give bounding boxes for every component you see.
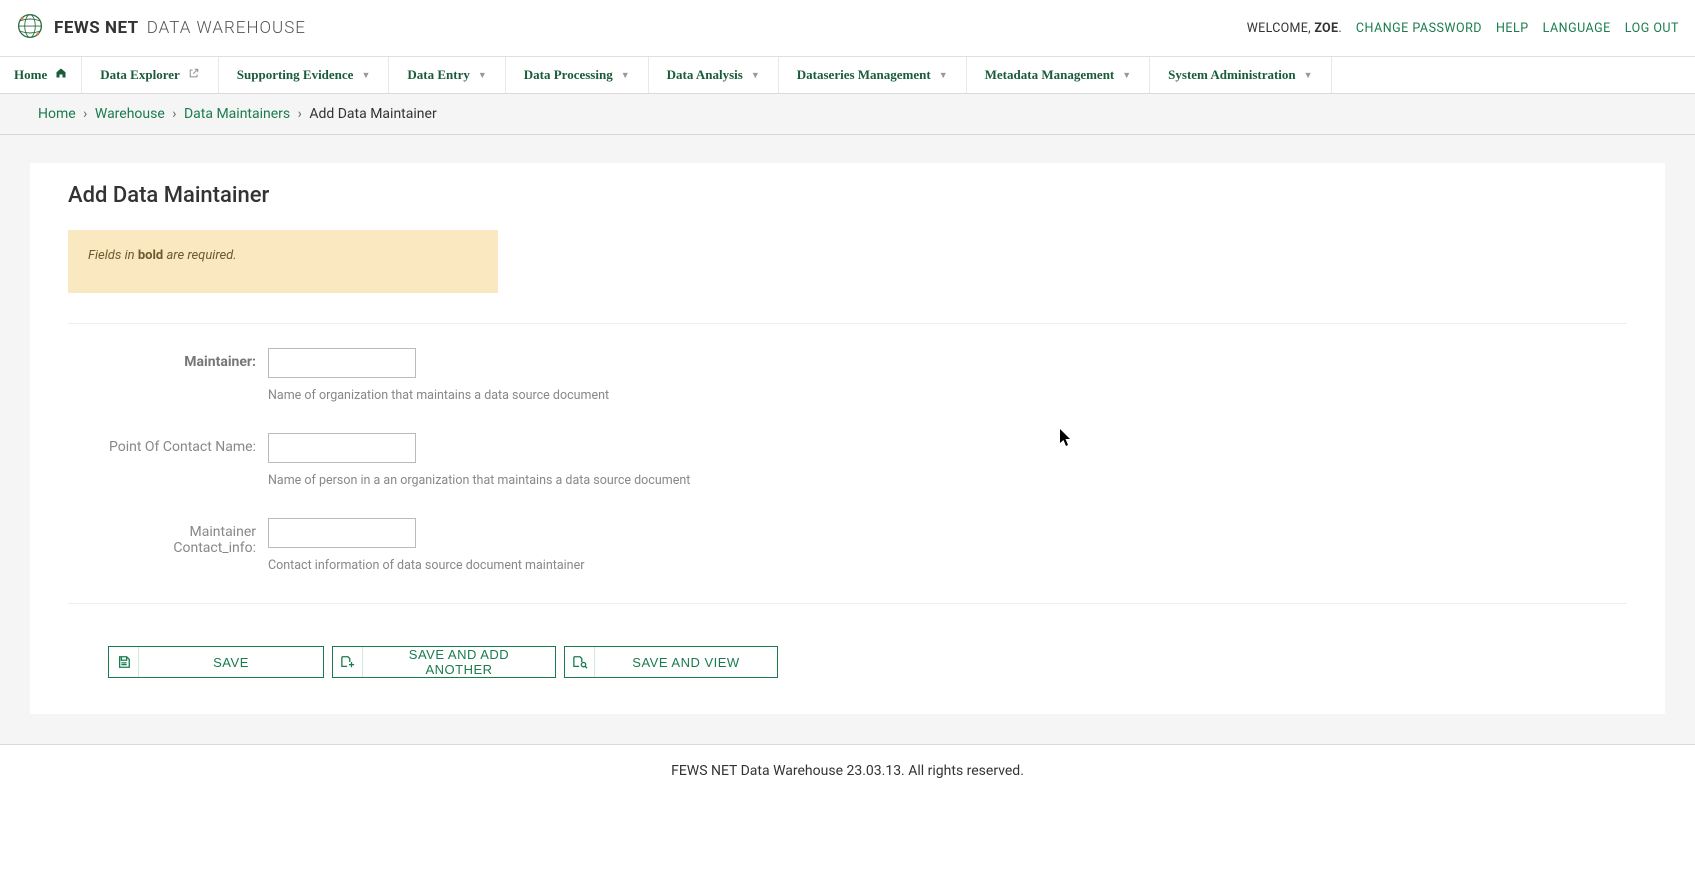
footer: FEWS NET Data Warehouse 23.03.13. All ri… [0, 744, 1695, 797]
contact-info-input[interactable] [268, 518, 416, 548]
nav-metadata-management[interactable]: Metadata Management ▼ [967, 57, 1151, 93]
save-and-add-another-button[interactable]: SAVE AND ADD ANOTHER [332, 646, 556, 678]
nav-bar: Home Data Explorer Supporting Evidence ▼… [0, 57, 1695, 94]
logo-fews-label: FEWS NET [54, 18, 139, 38]
form-row-maintainer: Maintainer: Name of organization that ma… [68, 348, 1627, 403]
nav-dataseries-management[interactable]: Dataseries Management ▼ [779, 57, 967, 93]
page-title: Add Data Maintainer [68, 183, 1627, 208]
form-section: Maintainer: Name of organization that ma… [68, 323, 1627, 573]
breadcrumb-current: Add Data Maintainer [309, 106, 436, 122]
chevron-down-icon: ▼ [478, 70, 487, 80]
maintainer-help: Name of organization that maintains a da… [268, 388, 1627, 403]
chevron-down-icon: ▼ [1304, 70, 1313, 80]
contact-info-help: Contact information of data source docum… [268, 558, 1627, 573]
home-icon [55, 67, 67, 83]
contact-info-label: Maintainer Contact_info: [68, 518, 268, 573]
breadcrumb-data-maintainers[interactable]: Data Maintainers [184, 106, 290, 122]
nav-home[interactable]: Home [0, 57, 82, 93]
logout-link[interactable]: LOG OUT [1625, 21, 1679, 36]
save-add-icon [333, 647, 363, 677]
breadcrumb-warehouse[interactable]: Warehouse [95, 106, 165, 122]
save-view-icon [565, 647, 595, 677]
welcome-text: WELCOME, ZOE. [1247, 21, 1342, 36]
breadcrumb-home[interactable]: Home [38, 106, 76, 122]
maintainer-label: Maintainer: [68, 348, 268, 403]
breadcrumb: Home › Warehouse › Data Maintainers › Ad… [0, 94, 1695, 135]
save-and-view-button[interactable]: SAVE AND VIEW [564, 646, 778, 678]
change-password-link[interactable]: CHANGE PASSWORD [1356, 21, 1482, 36]
nav-data-entry[interactable]: Data Entry ▼ [389, 57, 505, 93]
language-link[interactable]: LANGUAGE [1543, 21, 1611, 36]
nav-system-administration[interactable]: System Administration ▼ [1150, 57, 1331, 93]
contact-name-help: Name of person in a an organization that… [268, 473, 1627, 488]
form-row-contact-name: Point Of Contact Name: Name of person in… [68, 433, 1627, 488]
contact-name-label: Point Of Contact Name: [68, 433, 268, 488]
content-card: Add Data Maintainer Fields in bold are r… [30, 163, 1665, 714]
nav-data-explorer[interactable]: Data Explorer [82, 57, 219, 93]
help-link[interactable]: HELP [1496, 21, 1529, 36]
button-row: SAVE SAVE AND ADD ANOTHER SAVE AND VIEW [68, 603, 1627, 678]
globe-logo-icon [16, 12, 44, 44]
nav-data-analysis[interactable]: Data Analysis ▼ [649, 57, 779, 93]
header-bar: FEWS NET DATA WAREHOUSE WELCOME, ZOE. CH… [0, 0, 1695, 57]
main-area: Add Data Maintainer Fields in bold are r… [0, 135, 1695, 744]
logo-dw-label: DATA WAREHOUSE [147, 18, 306, 38]
save-button[interactable]: SAVE [108, 646, 324, 678]
chevron-down-icon: ▼ [939, 70, 948, 80]
contact-name-input[interactable] [268, 433, 416, 463]
header-left: FEWS NET DATA WAREHOUSE [16, 12, 306, 44]
header-right: WELCOME, ZOE. CHANGE PASSWORD HELP LANGU… [1247, 21, 1679, 36]
chevron-down-icon: ▼ [751, 70, 760, 80]
footer-text: FEWS NET Data Warehouse 23.03.13. All ri… [671, 763, 1024, 779]
nav-data-processing[interactable]: Data Processing ▼ [506, 57, 649, 93]
form-row-contact-info: Maintainer Contact_info: Contact informa… [68, 518, 1627, 573]
nav-supporting-evidence[interactable]: Supporting Evidence ▼ [219, 57, 390, 93]
chevron-down-icon: ▼ [1122, 70, 1131, 80]
logo-text: FEWS NET DATA WAREHOUSE [54, 18, 306, 38]
required-fields-notice: Fields in bold are required. [68, 230, 498, 293]
save-icon [109, 647, 139, 677]
chevron-down-icon: ▼ [621, 70, 630, 80]
external-link-icon [188, 67, 200, 83]
maintainer-input[interactable] [268, 348, 416, 378]
chevron-down-icon: ▼ [361, 70, 370, 80]
